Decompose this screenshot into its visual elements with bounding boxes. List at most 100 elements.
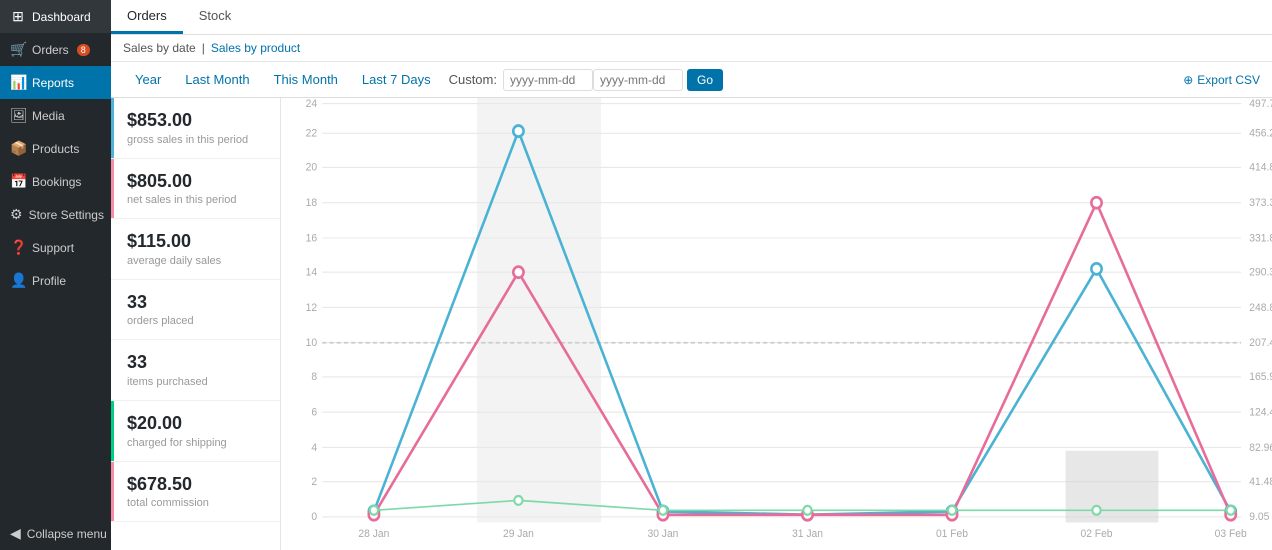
stat-items-purchased: 33 items purchased	[111, 340, 280, 401]
stat-bar-commission	[111, 462, 114, 522]
sales-bar: Sales by date | Sales by product	[111, 35, 1272, 62]
tab-last-month[interactable]: Last Month	[173, 62, 261, 97]
chart-dot-green-2	[659, 506, 667, 515]
stat-bar-net	[111, 159, 114, 219]
stat-orders-placed: 33 orders placed	[111, 280, 280, 341]
media-icon: 🖼	[10, 107, 26, 124]
svg-text:22: 22	[306, 127, 318, 139]
export-csv-button[interactable]: ⊕ Export CSV	[1183, 63, 1260, 97]
svg-text:165.92: 165.92	[1249, 371, 1272, 383]
products-icon: 📦	[10, 140, 26, 157]
sidebar-item-bookings[interactable]: 📅 Bookings	[0, 165, 111, 198]
svg-text:10: 10	[306, 337, 318, 349]
stat-shipping-value: $20.00	[127, 413, 264, 435]
svg-text:6: 6	[311, 406, 317, 418]
svg-text:28 Jan: 28 Jan	[358, 527, 389, 539]
stat-gross-value: $853.00	[127, 110, 264, 132]
custom-label: Custom:	[443, 62, 503, 97]
bookings-icon: 📅	[10, 173, 26, 190]
stat-net-label: net sales in this period	[127, 194, 264, 206]
svg-text:20: 20	[306, 161, 318, 173]
custom-date-end[interactable]	[593, 69, 683, 91]
svg-text:8: 8	[311, 371, 317, 383]
dashboard-icon: ⊞	[10, 8, 26, 25]
svg-text:331.84: 331.84	[1249, 232, 1272, 244]
svg-text:02 Feb: 02 Feb	[1080, 527, 1112, 539]
tab-last-7-days[interactable]: Last 7 Days	[350, 62, 443, 97]
stat-net-sales: $805.00 net sales in this period	[111, 159, 280, 220]
chart-dot-green-0	[370, 506, 378, 515]
sidebar-item-dashboard[interactable]: ⊞ Dashboard	[0, 0, 111, 33]
export-csv-icon: ⊕	[1183, 73, 1193, 87]
stat-orders-value: 33	[127, 292, 264, 314]
sidebar-item-reports[interactable]: 📊 Reports	[0, 66, 111, 99]
chart-dot-green-6	[1227, 506, 1235, 515]
custom-date-start[interactable]	[503, 69, 593, 91]
profile-icon: 👤	[10, 272, 26, 289]
chart-dot-blue-1	[513, 126, 523, 137]
svg-text:4: 4	[311, 441, 317, 453]
subnav: Orders Stock	[111, 0, 1272, 35]
sidebar-item-label: Profile	[32, 274, 66, 288]
svg-text:30 Jan: 30 Jan	[647, 527, 678, 539]
stat-commission-value: $678.50	[127, 474, 264, 496]
chart-dot-green-4	[948, 506, 956, 515]
stat-net-value: $805.00	[127, 171, 264, 193]
sidebar-item-label: Support	[32, 241, 74, 255]
stat-avg-value: $115.00	[127, 231, 264, 253]
tab-year[interactable]: Year	[123, 62, 173, 97]
sidebar-item-products[interactable]: 📦 Products	[0, 132, 111, 165]
chart-dot-pink-1	[513, 267, 523, 278]
reports-icon: 📊	[10, 74, 26, 91]
svg-text:414.80: 414.80	[1249, 161, 1272, 173]
svg-text:248.88: 248.88	[1249, 301, 1272, 313]
store-settings-icon: ⚙	[10, 206, 23, 223]
sidebar-item-orders[interactable]: 🛒 Orders 8	[0, 33, 111, 66]
stats-panel: $853.00 gross sales in this period $805.…	[111, 98, 281, 550]
main-content: Orders Stock Sales by date | Sales by pr…	[111, 0, 1272, 550]
sales-by-date-label: Sales by date	[123, 41, 196, 55]
svg-text:456.28: 456.28	[1249, 127, 1272, 139]
tab-stock[interactable]: Stock	[183, 0, 248, 34]
go-button[interactable]: Go	[687, 69, 723, 91]
collapse-icon: ◀	[10, 525, 21, 542]
sidebar-item-media[interactable]: 🖼 Media	[0, 99, 111, 132]
chart-area: 0 2 4 6 8 10 12 14 16 18 20 22 24 9.05 4…	[281, 98, 1272, 550]
sidebar-item-support[interactable]: ❓ Support	[0, 231, 111, 264]
chart-dot-pink-5	[1091, 197, 1101, 208]
stat-avg-daily: $115.00 average daily sales	[111, 219, 280, 280]
svg-text:03 Feb: 03 Feb	[1215, 527, 1247, 539]
stat-gross-sales: $853.00 gross sales in this period	[111, 98, 280, 159]
stat-avg-label: average daily sales	[127, 255, 264, 267]
chart-dot-green-5	[1092, 506, 1100, 515]
chart-dot-blue-5	[1091, 263, 1101, 274]
sidebar-item-collapse[interactable]: ◀ Collapse menu	[0, 517, 111, 550]
svg-text:18: 18	[306, 197, 318, 209]
svg-text:373.32: 373.32	[1249, 197, 1272, 209]
orders-icon: 🛒	[10, 41, 26, 58]
chart-dot-green-1	[514, 496, 522, 505]
sidebar-item-label: Collapse menu	[27, 527, 107, 541]
stat-items-label: items purchased	[127, 376, 264, 388]
stat-gross-label: gross sales in this period	[127, 134, 264, 146]
tab-orders[interactable]: Orders	[111, 0, 183, 34]
svg-text:16: 16	[306, 232, 318, 244]
svg-text:290.36: 290.36	[1249, 266, 1272, 278]
separator: |	[202, 41, 205, 55]
svg-text:01 Feb: 01 Feb	[936, 527, 968, 539]
sales-by-product-link[interactable]: Sales by product	[211, 41, 300, 55]
content-row: $853.00 gross sales in this period $805.…	[111, 98, 1272, 550]
sidebar-item-profile[interactable]: 👤 Profile	[0, 264, 111, 297]
stat-bar-gross	[111, 98, 114, 158]
stat-bar-shipping	[111, 401, 114, 461]
stat-items-value: 33	[127, 352, 264, 374]
stat-orders-label: orders placed	[127, 315, 264, 327]
support-icon: ❓	[10, 239, 26, 256]
svg-text:24: 24	[306, 98, 318, 110]
svg-text:9.05: 9.05	[1249, 511, 1269, 523]
sidebar-item-label: Store Settings	[29, 208, 104, 222]
tab-this-month[interactable]: This Month	[262, 62, 350, 97]
reports-area: Sales by date | Sales by product Year La…	[111, 35, 1272, 550]
sidebar-item-store-settings[interactable]: ⚙ Store Settings	[0, 198, 111, 231]
svg-text:31 Jan: 31 Jan	[792, 527, 823, 539]
